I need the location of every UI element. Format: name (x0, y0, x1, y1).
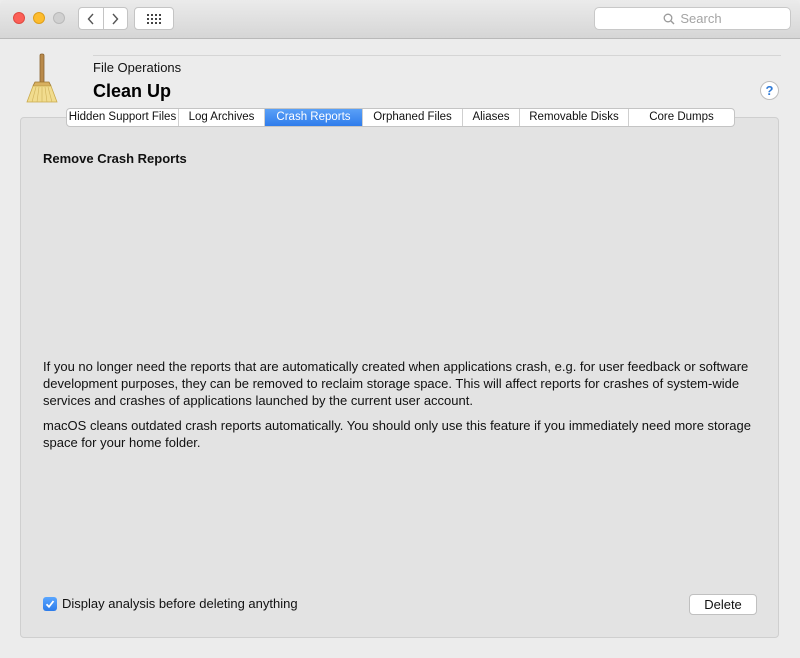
tab-orphaned-files[interactable]: Orphaned Files (362, 109, 462, 126)
tab-bar: Hidden Support Files Log Archives Crash … (66, 108, 735, 127)
close-button[interactable] (13, 12, 25, 24)
analysis-checkbox-label: Display analysis before deleting anythin… (62, 596, 298, 611)
tab-aliases[interactable]: Aliases (462, 109, 519, 126)
search-field[interactable]: Search (594, 7, 791, 30)
forward-button[interactable] (102, 8, 128, 29)
note-paragraph: macOS cleans outdated crash reports auto… (43, 418, 751, 450)
navigation-buttons (78, 7, 128, 30)
grid-icon (147, 13, 161, 24)
tab-removable-disks[interactable]: Removable Disks (519, 109, 628, 126)
header-divider (93, 55, 781, 56)
page-title: Clean Up (93, 81, 172, 101)
category-label: File Operations (93, 60, 182, 75)
search-icon (663, 13, 675, 24)
show-all-button[interactable] (134, 7, 174, 30)
delete-button[interactable]: Delete (689, 594, 757, 615)
minimize-button[interactable] (33, 12, 45, 24)
chevron-left-icon (87, 13, 94, 24)
section-title: Remove Crash Reports (43, 151, 187, 166)
app-window: Search File Operations Clean Up ? Hidden… (0, 0, 800, 658)
checkmark-icon (45, 599, 55, 608)
tab-hidden-support-files[interactable]: Hidden Support Files (67, 109, 178, 126)
analysis-checkbox-row[interactable]: Display analysis before deleting anythin… (43, 596, 298, 611)
tab-core-dumps[interactable]: Core Dumps (628, 109, 734, 126)
help-button[interactable]: ? (760, 81, 779, 100)
description-paragraph: If you no longer need the reports that a… (43, 359, 749, 408)
back-button[interactable] (79, 8, 103, 29)
tab-log-archives[interactable]: Log Archives (178, 109, 264, 126)
zoom-button[interactable] (53, 12, 65, 24)
broom-icon (26, 53, 58, 103)
search-placeholder: Search (680, 11, 722, 26)
tab-crash-reports[interactable]: Crash Reports (264, 109, 362, 126)
analysis-checkbox[interactable] (43, 596, 57, 611)
chevron-right-icon (112, 13, 119, 24)
title-bar: Search (0, 0, 800, 39)
